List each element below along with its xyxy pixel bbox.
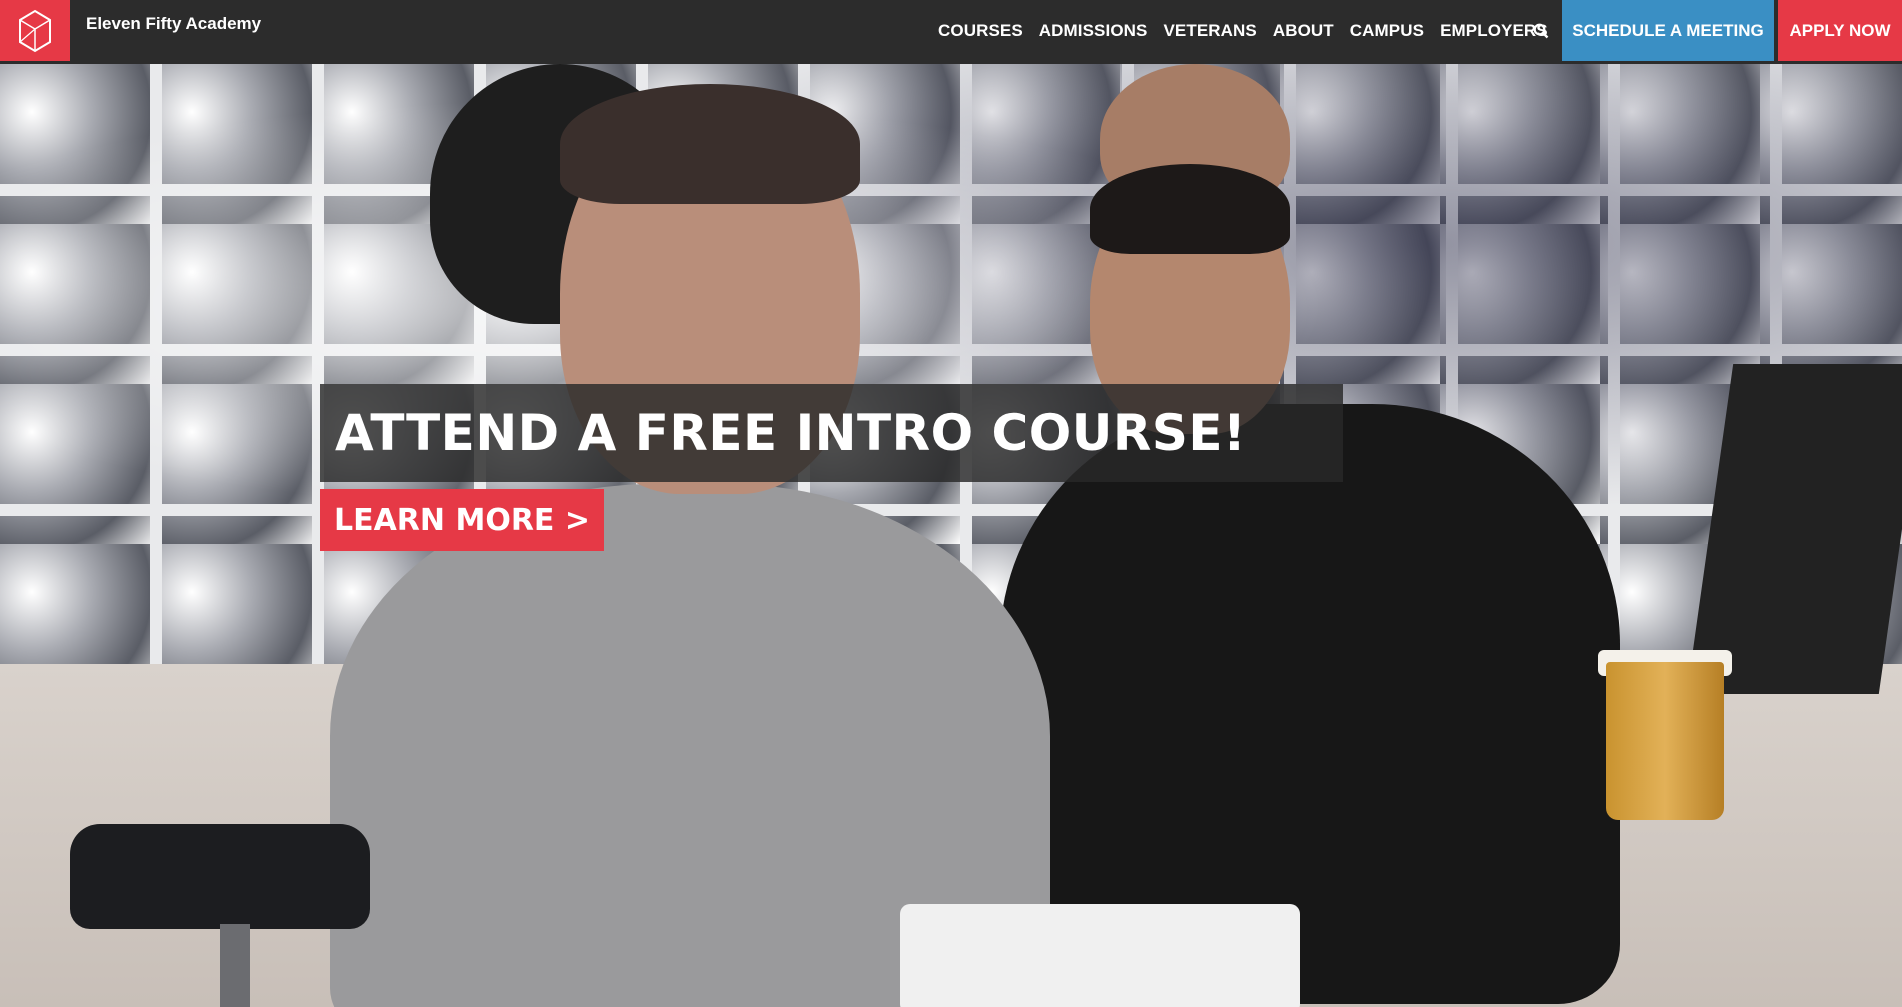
apply-now-button[interactable]: APPLY NOW xyxy=(1778,0,1902,61)
coffee-cup xyxy=(1606,662,1724,820)
top-navigation-bar: Eleven Fifty Academy COURSES ADMISSIONS … xyxy=(0,0,1902,64)
nav-item-admissions[interactable]: ADMISSIONS xyxy=(1031,21,1156,41)
hero-headline-bar: ATTEND A FREE INTRO COURSE! xyxy=(320,384,1343,482)
geometric-logo-icon xyxy=(19,9,51,52)
search-icon xyxy=(1533,23,1549,39)
nav-item-courses[interactable]: COURSES xyxy=(930,21,1031,41)
person-front-hair xyxy=(560,84,860,204)
search-button[interactable] xyxy=(1530,20,1552,42)
schedule-meeting-button[interactable]: SCHEDULE A MEETING xyxy=(1562,0,1774,61)
logo[interactable] xyxy=(0,0,70,61)
nav-item-campus[interactable]: CAMPUS xyxy=(1342,21,1432,41)
bike-post xyxy=(220,924,250,1007)
hero-headline: ATTEND A FREE INTRO COURSE! xyxy=(335,404,1247,462)
person-right-hair xyxy=(1090,164,1290,254)
nav-item-about[interactable]: ABOUT xyxy=(1265,21,1342,41)
nav-item-veterans[interactable]: VETERANS xyxy=(1155,21,1264,41)
learn-more-button[interactable]: LEARN MORE > xyxy=(320,489,604,551)
bike-seat xyxy=(70,824,370,929)
hero-section: ATTEND A FREE INTRO COURSE! LEARN MORE > xyxy=(0,64,1902,1007)
brand-name[interactable]: Eleven Fifty Academy xyxy=(86,14,261,34)
main-nav: COURSES ADMISSIONS VETERANS ABOUT CAMPUS… xyxy=(930,0,1556,61)
white-chair xyxy=(900,904,1300,1007)
